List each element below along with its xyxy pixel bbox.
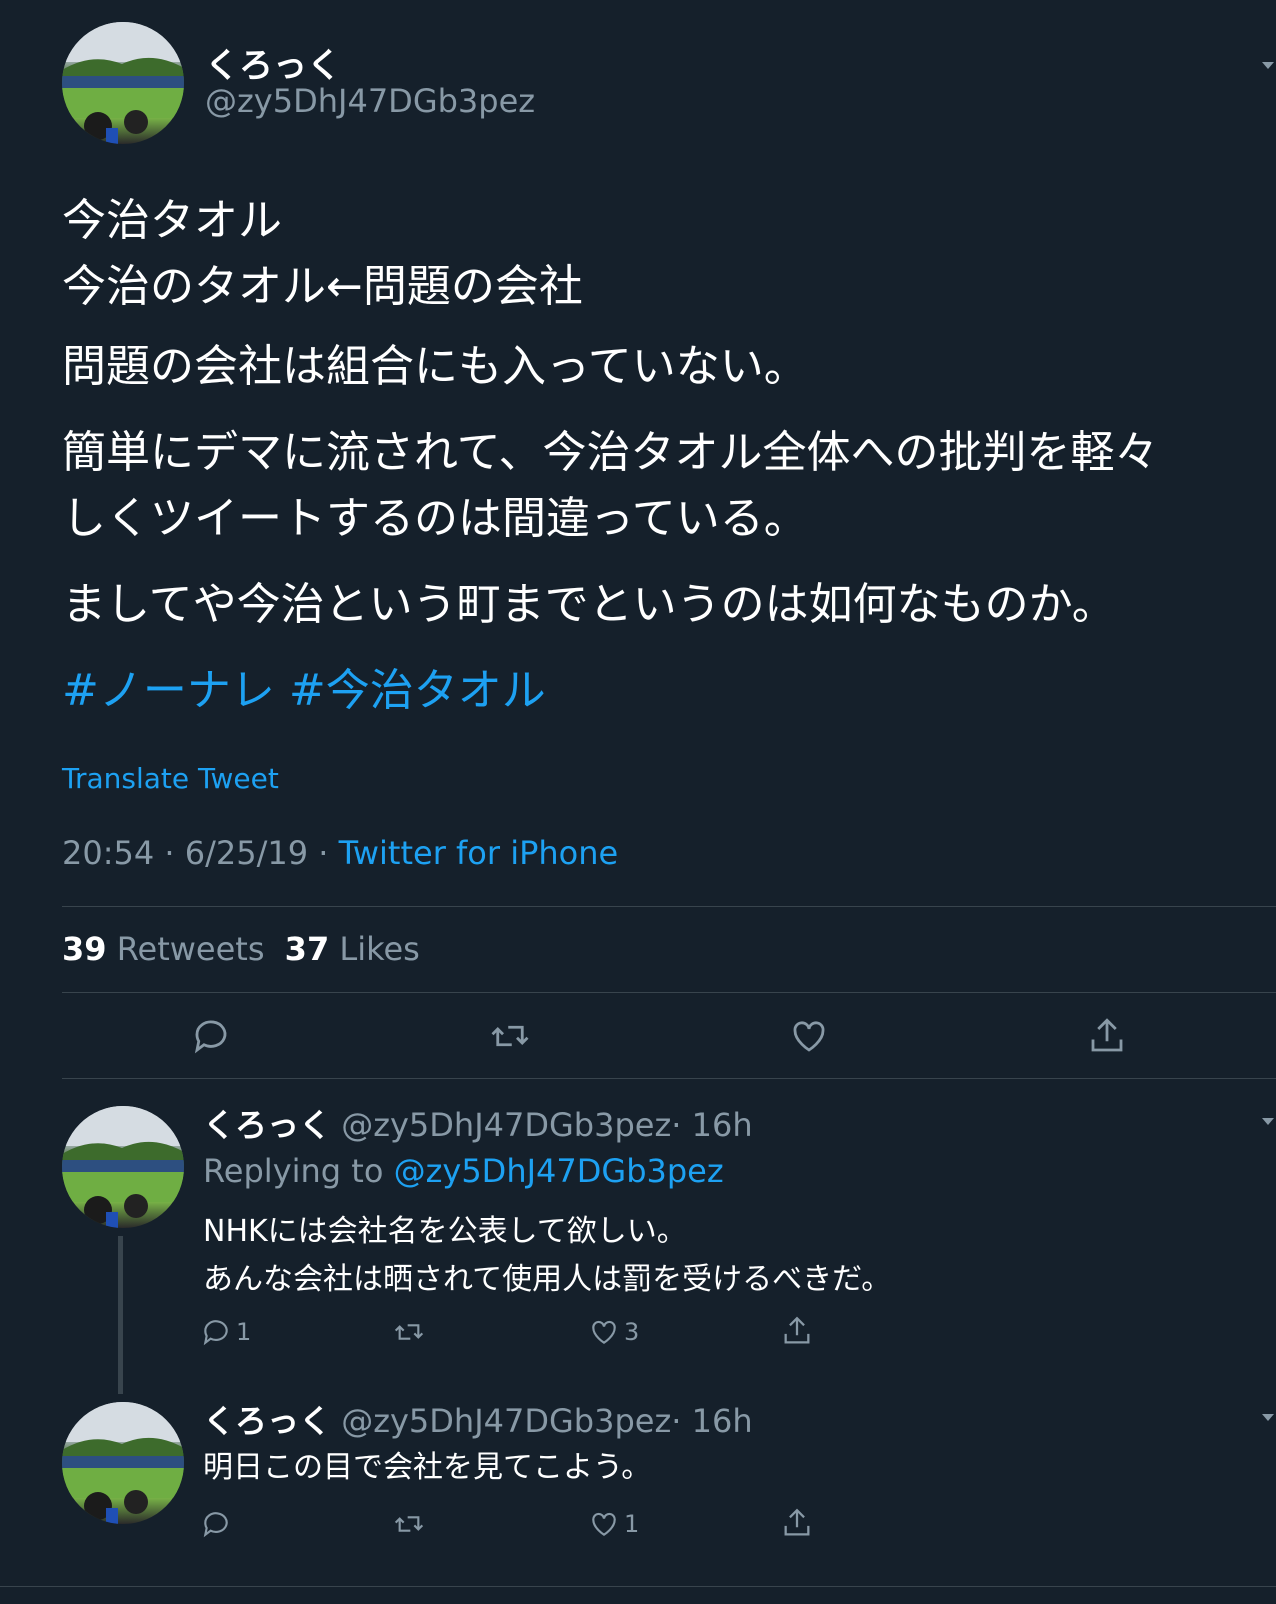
translate-tweet-link[interactable]: Translate Tweet [62, 762, 279, 795]
like-icon [793, 1021, 825, 1052]
like-count: 1 [624, 1510, 640, 1538]
reply-icon [203, 1512, 228, 1538]
reply-button[interactable]: 1 [200, 1316, 251, 1348]
share-icon [784, 1508, 810, 1536]
tweet-line: しくツイートするのは間違っている。 [62, 493, 808, 544]
tweet-meta: 20:54 · 6/25/19 · Twitter for iPhone [62, 834, 618, 872]
retweets-label: Retweets [116, 930, 265, 968]
likes-stat[interactable]: 37 Likes [285, 930, 420, 968]
hashtag-link[interactable]: #ノーナレ [62, 665, 275, 716]
reply-header: くろっく @zy5DhJ47DGb3pez· 16h [203, 1100, 753, 1146]
avatar[interactable] [62, 22, 184, 144]
like-icon [592, 1320, 616, 1344]
like-button[interactable] [788, 1015, 830, 1057]
avatar[interactable] [62, 1402, 184, 1524]
share-button[interactable] [780, 1314, 814, 1348]
retweets-stat[interactable]: 39 Retweets [62, 930, 275, 968]
timestamp: 20:54 · 6/25/19 · [62, 834, 339, 872]
chevron-down-icon[interactable] [1262, 1414, 1274, 1421]
hashtags: #ノーナレ #今治タオル [62, 658, 1262, 724]
like-count: 3 [624, 1318, 640, 1346]
divider [62, 1078, 1276, 1079]
source-link[interactable]: Twitter for iPhone [339, 834, 619, 872]
handle[interactable]: @zy5DhJ47DGb3pez [341, 1106, 671, 1144]
like-icon [592, 1512, 616, 1536]
hashtag-link[interactable]: #今治タオル [289, 665, 546, 716]
display-name[interactable]: くろっく [205, 38, 341, 87]
like-button[interactable]: 3 [588, 1316, 639, 1348]
divider [0, 1586, 1276, 1587]
reply-icon [203, 1320, 228, 1346]
tweet-line: ましてや今治という町までというのは如何なものか。 [62, 579, 1116, 630]
reply-button[interactable] [190, 1015, 232, 1057]
likes-count: 37 [284, 930, 330, 968]
retweet-icon [394, 1516, 424, 1532]
tweet-line: 今治のタオル←問題の会社 [62, 261, 583, 312]
share-icon [1091, 1018, 1123, 1052]
handle[interactable]: @zy5DhJ47DGb3pez [205, 82, 535, 120]
reply-text: 明日この目で会社を見てこよう。 [203, 1444, 651, 1492]
share-button[interactable] [780, 1506, 814, 1540]
divider [62, 992, 1276, 993]
replying-prefix: Replying to [203, 1152, 384, 1190]
share-icon [784, 1316, 810, 1344]
retweet-icon [491, 1025, 529, 1047]
tweet-line: 今治タオル [62, 195, 282, 246]
retweet-icon [394, 1324, 424, 1340]
reply-icon [194, 1020, 227, 1054]
engagement-stats: 39 Retweets 37 Likes [62, 930, 420, 968]
reply-text: NHKには会社名を公表して欲しい。 あんな会社は晒されて使用人は罰を受けるべきだ… [203, 1208, 891, 1304]
avatar[interactable] [62, 1106, 184, 1228]
likes-label: Likes [339, 930, 420, 968]
display-name[interactable]: くろっく [203, 1402, 331, 1440]
reply-line: 明日この目で会社を見てこよう。 [203, 1450, 652, 1485]
chevron-down-icon[interactable] [1262, 62, 1274, 69]
reply-line: あんな会社は晒されて使用人は罰を受けるべきだ。 [203, 1262, 892, 1297]
retweet-button[interactable] [392, 1508, 430, 1540]
reply-header: くろっく @zy5DhJ47DGb3pez· 16h [203, 1396, 753, 1442]
replying-to: Replying to @zy5DhJ47DGb3pez [203, 1152, 724, 1190]
retweet-button[interactable] [392, 1316, 430, 1348]
reply-time: · 16h [671, 1402, 753, 1440]
reply-line: NHKには会社名を公表して欲しい。 [203, 1214, 687, 1249]
thread-line [118, 1236, 123, 1394]
retweets-count: 39 [62, 930, 107, 968]
replying-handle-link[interactable]: @zy5DhJ47DGb3pez [394, 1152, 724, 1190]
share-button[interactable] [1086, 1015, 1128, 1057]
tweet-text: 今治タオル 今治のタオル←問題の会社 問題の会社は組合にも入っていない。 簡単に… [62, 188, 1262, 744]
chevron-down-icon[interactable] [1262, 1118, 1274, 1125]
handle[interactable]: @zy5DhJ47DGb3pez [341, 1402, 671, 1440]
tweet-line: 簡単にデマに流されて、今治タオル全体への批判を軽々 [62, 427, 1159, 478]
retweet-button[interactable] [488, 1015, 532, 1057]
display-name[interactable]: くろっく [203, 1106, 331, 1144]
tweet-line: 問題の会社は組合にも入っていない。 [62, 341, 808, 392]
reply-button[interactable] [200, 1508, 236, 1540]
divider [62, 906, 1276, 907]
like-button[interactable]: 1 [588, 1508, 639, 1540]
reply-time: · 16h [671, 1106, 753, 1144]
reply-count: 1 [236, 1318, 252, 1346]
